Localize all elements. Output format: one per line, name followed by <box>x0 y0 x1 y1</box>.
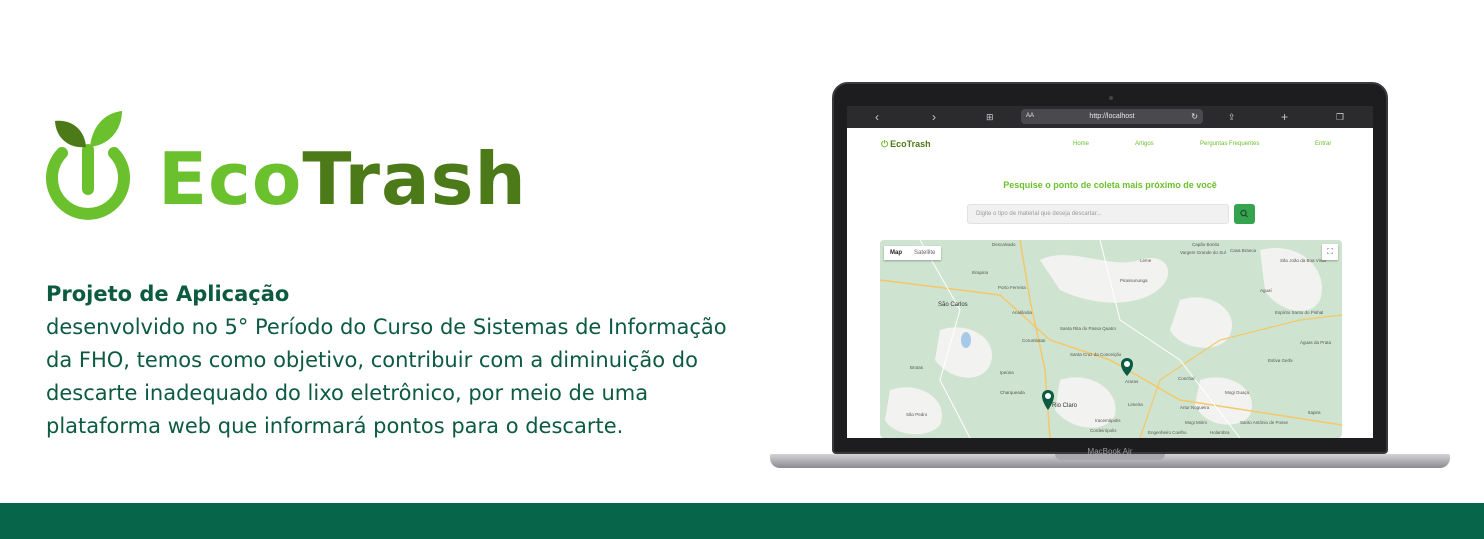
power-leaf-icon <box>46 111 130 220</box>
map-label: Limeira <box>1128 402 1143 407</box>
address-bar[interactable]: AA http://localhost ↻ <box>1021 109 1203 124</box>
project-description: Projeto de Aplicação desenvolvido no 5° … <box>46 278 736 443</box>
map-label: Brotas <box>910 365 924 370</box>
map-label: São Pedro <box>906 412 928 417</box>
forward-icon[interactable]: › <box>932 109 936 125</box>
reload-icon[interactable]: ↻ <box>1191 109 1198 124</box>
laptop-mockup: ‹ › ⊞ AA http://localhost ↻ ⇪ + ❐ ⏻ EcoTr… <box>770 82 1450 477</box>
map-label: Santa Cruz da Conceição <box>1070 352 1122 357</box>
map-label: Charqueada <box>1000 390 1025 395</box>
laptop-screen: ‹ › ⊞ AA http://localhost ↻ ⇪ + ❐ ⏻ EcoTr… <box>847 106 1373 438</box>
nav-perguntas-frequentes[interactable]: Perguntas Frequentes <box>1200 141 1259 147</box>
search-input[interactable]: Digite o tipo de material que deseja des… <box>967 204 1229 224</box>
map-label: Artur Nogueira <box>1180 405 1210 410</box>
plus-icon[interactable]: + <box>1281 109 1288 125</box>
tabs-icon[interactable]: ❐ <box>1336 109 1344 125</box>
map-label: Leme <box>1140 258 1152 263</box>
map-label: Pirassununga <box>1120 278 1148 283</box>
share-icon[interactable]: ⇪ <box>1228 109 1236 125</box>
book-icon[interactable]: ⊞ <box>986 109 994 125</box>
map-label: Itirapina <box>972 270 989 275</box>
map-label: Rio Claro <box>1052 403 1078 409</box>
macbook-label: MacBook Air <box>1087 447 1133 456</box>
map-view[interactable]: Descalvado Capão Bonito Santa Rita do Pa… <box>880 240 1342 438</box>
map-label: Cordeirópolis <box>1090 428 1117 433</box>
site-headline: Pesquise o ponto de coleta mais próximo … <box>1003 180 1217 190</box>
map-label: Corumbataí <box>1022 338 1046 343</box>
map-label: Casa Branca <box>1230 248 1257 253</box>
map-label: Iracemápolis <box>1095 418 1121 423</box>
map-label: Mogi Guaçu <box>1225 390 1250 395</box>
brand-name: EcoTrash <box>158 139 527 219</box>
laptop-lid: ‹ › ⊞ AA http://localhost ↻ ⇪ + ❐ ⏻ EcoTr… <box>832 82 1388 454</box>
map-label: Mogi Mirim <box>1185 420 1207 425</box>
description-body: desenvolvido no 5° Período do Curso de S… <box>46 315 727 438</box>
search-icon <box>1240 209 1248 218</box>
map-type-satellite[interactable]: Satellite <box>908 246 941 260</box>
site-logo-text: EcoTrash <box>890 139 931 149</box>
map-label: Analândia <box>1012 310 1033 315</box>
map-label: Araras <box>1125 379 1139 384</box>
map-label: Itapira <box>1308 410 1321 415</box>
map-label: Espírito Santo do Pinhal <box>1275 310 1324 315</box>
map-type-map[interactable]: Map <box>884 246 908 260</box>
back-icon[interactable]: ‹ <box>875 109 879 125</box>
search-button[interactable] <box>1234 204 1255 224</box>
site-nav: ⏻ EcoTrash Home Artigos Perguntas Frequen… <box>847 128 1373 162</box>
fullscreen-icon[interactable]: ⛶ <box>1322 244 1338 260</box>
map-label: Capão Bonito <box>1192 242 1220 247</box>
map-label: Descalvado <box>992 242 1016 247</box>
map-terrain <box>880 240 1342 438</box>
map-label: Holambra <box>1210 430 1230 435</box>
map-label: Águas da Prata <box>1300 340 1332 345</box>
ecotrash-logo: EcoTrash <box>40 105 600 225</box>
brand-eco: Eco <box>158 137 303 221</box>
footer-bar <box>0 503 1484 539</box>
browser-toolbar: ‹ › ⊞ AA http://localhost ↻ ⇪ + ❐ <box>847 106 1373 128</box>
map-label: Santa Rita do Passa Quatro <box>1060 326 1117 331</box>
map-label: São Carlos <box>938 302 968 308</box>
map-label: Estiva Gerbi <box>1268 358 1293 363</box>
nav-home[interactable]: Home <box>1073 141 1089 147</box>
map-label: Ipeúna <box>1000 370 1014 375</box>
description-title: Projeto de Aplicação <box>46 282 290 306</box>
mini-power-icon: ⏻ <box>881 139 889 149</box>
url-text: http://localhost <box>1089 113 1135 120</box>
site-logo[interactable]: ⏻ EcoTrash <box>881 139 931 150</box>
map-type-control: Map Satellite <box>884 246 942 260</box>
map-label: Aguaí <box>1260 288 1272 293</box>
map-label: Santo Antônio de Posse <box>1240 420 1289 425</box>
nav-artigos[interactable]: Artigos <box>1135 141 1154 147</box>
camera-icon <box>1109 96 1113 100</box>
nav-entrar[interactable]: Entrar <box>1315 141 1331 147</box>
map-label: Conchal <box>1178 376 1195 381</box>
brand-trash: Trash <box>302 137 527 221</box>
map-label: Engenheiro Coelho <box>1148 430 1187 435</box>
map-label: Vargem Grande do Sul <box>1180 250 1226 255</box>
map-label: São João da Boa Vista <box>1280 258 1326 263</box>
map-label: Porto Ferreira <box>998 285 1026 290</box>
